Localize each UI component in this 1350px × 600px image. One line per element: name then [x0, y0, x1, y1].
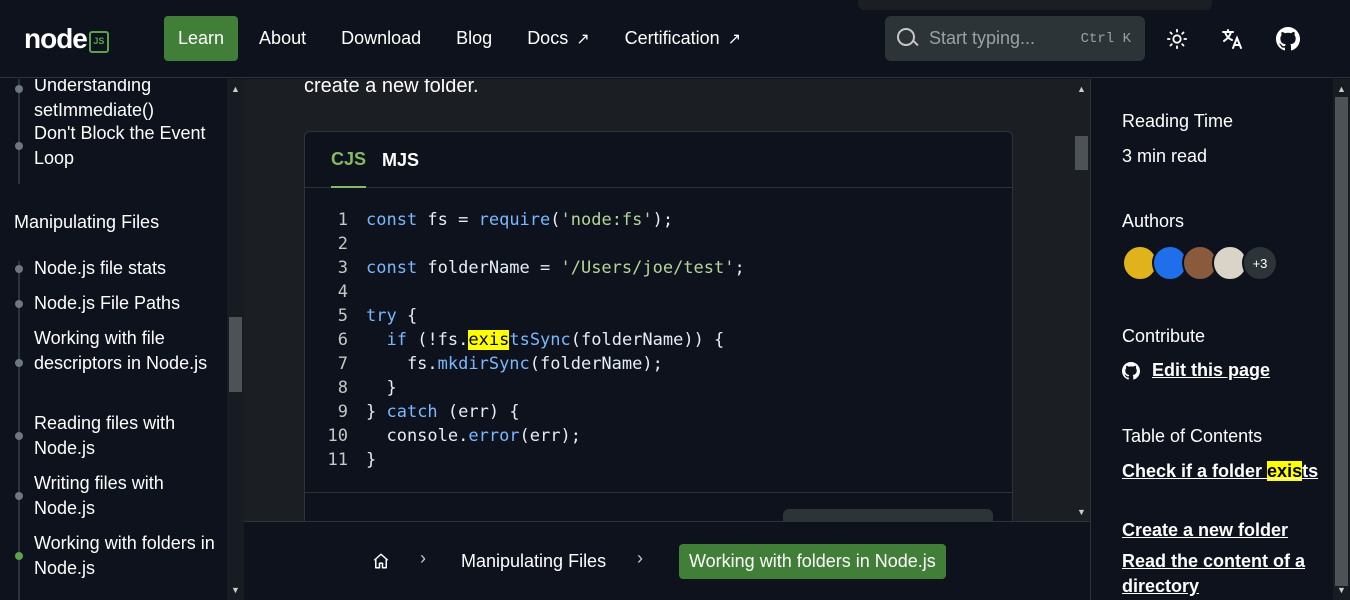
sidebar-scrollbar[interactable]: ▲ ▼ [227, 79, 244, 600]
toc-item-read-directory[interactable]: Read the content of a directory [1122, 549, 1322, 599]
sidebar-dot [15, 432, 23, 440]
reading-time-label: Reading Time [1122, 111, 1234, 131]
nav-about-label: About [259, 28, 307, 48]
sidebar-item-working-with-folders[interactable]: Working with folders in Node.js [34, 531, 219, 581]
sidebar-tree-line [18, 79, 20, 184]
code-line: 1 const fs = require('node:fs'); [337, 210, 674, 230]
sidebar-item-file-stats[interactable]: Node.js file stats [34, 256, 219, 281]
author-avatars: +3 [1122, 245, 1278, 281]
code-line: 3 const folderName = '/Users/joe/test'; [337, 258, 745, 278]
code-line: 7 fs.mkdirSync(folderName); [337, 354, 663, 374]
toc-item-create-folder[interactable]: Create a new folder [1122, 518, 1322, 543]
page-scrollbar[interactable]: ▲ ▼ [1333, 79, 1350, 600]
nav-download[interactable]: Download [327, 16, 435, 61]
nodejs-logo[interactable]: node JS [24, 22, 109, 56]
sidebar-dot [15, 492, 23, 500]
sidebar-dot [15, 85, 23, 93]
search-shortcut: Ctrl K [1080, 30, 1131, 47]
scroll-up-arrow-icon[interactable]: ▲ [227, 81, 244, 97]
toc-item-check-folder-exists[interactable]: Check if a folder exists [1122, 459, 1322, 484]
intro-text: create a new folder. [304, 79, 479, 97]
sidebar-dot-active [15, 552, 23, 560]
code-line: 6 if (!fs.existsSync(folderName)) { [337, 330, 725, 350]
nav-docs[interactable]: Docs ↗ [513, 16, 603, 61]
code-lines: 1 const fs = require('node:fs'); 2 3 const… [305, 208, 745, 472]
breadcrumb: › Manipulating Files › Working with fold… [244, 521, 1090, 600]
scroll-up-arrow-icon[interactable]: ▲ [1333, 81, 1350, 97]
reading-time-value: 3 min read [1122, 146, 1208, 166]
scrollbar-thumb[interactable] [1075, 136, 1088, 170]
code-footer-divider [305, 492, 1012, 493]
scrollbar-thumb[interactable] [1335, 97, 1348, 586]
code-line: 10 console.error(err); [327, 426, 581, 446]
nav-certification[interactable]: Certification ↗ [611, 16, 755, 61]
logo-badge: JS [88, 31, 109, 53]
sidebar-item-file-paths[interactable]: Node.js File Paths [34, 291, 219, 316]
breadcrumb-current: Working with folders in Node.js [679, 544, 946, 579]
sidebar-item-reading-files[interactable]: Reading files with Node.js [34, 411, 219, 461]
external-link-icon: ↗ [727, 30, 742, 48]
contribute-label: Contribute [1122, 326, 1206, 346]
logo-wordmark: node [24, 23, 88, 54]
toc-label: Table of Contents [1122, 426, 1263, 446]
code-block: CJS MJS 1 const fs = require('node:fs'); … [304, 131, 1013, 551]
scroll-down-arrow-icon[interactable]: ▼ [1333, 582, 1350, 598]
code-line: 2 [337, 234, 348, 254]
home-icon[interactable] [372, 552, 390, 570]
sidebar-item-writing-files[interactable]: Writing files with Node.js [34, 471, 219, 521]
scroll-up-arrow-icon[interactable]: ▲ [1073, 81, 1090, 97]
search-box[interactable]: Start typing... Ctrl K [885, 16, 1145, 61]
authors-label: Authors [1122, 211, 1185, 231]
nav-docs-label: Docs [527, 28, 569, 48]
nav-about[interactable]: About [245, 16, 320, 61]
sidebar-dot [15, 142, 23, 150]
tab-cjs[interactable]: CJS [331, 132, 367, 188]
nav-certification-label: Certification [624, 28, 720, 48]
sidebar-dot [15, 300, 23, 308]
sidebar-item-event-loop[interactable]: Don't Block the Event Loop [34, 121, 219, 171]
github-icon [1122, 361, 1140, 380]
sidebar-item-setimmediate[interactable]: Understanding setImmediate() [34, 79, 219, 123]
code-line: 11} [327, 450, 377, 470]
nav-blog[interactable]: Blog [442, 16, 506, 61]
nav-learn-label: Learn [178, 28, 225, 48]
edit-page-label: Edit this page [1152, 360, 1271, 380]
nav-download-label: Download [341, 28, 422, 48]
github-icon[interactable] [1275, 26, 1301, 52]
metadata-panel: Reading Time 3 min read Authors +3 Contr… [1090, 79, 1333, 600]
top-navigation-bar: node JS Learn About Download Blog Docs ↗ … [0, 0, 1350, 78]
scrollbar-thumb[interactable] [229, 317, 242, 392]
language-translate-icon[interactable] [1219, 26, 1245, 52]
code-line: 4 [337, 282, 348, 302]
more-authors-badge[interactable]: +3 [1242, 245, 1278, 281]
chevron-right-icon: › [420, 548, 426, 568]
code-line: 5 try { [337, 306, 418, 326]
sidebar-tree-line [18, 261, 20, 600]
sidebar-item-file-descriptors[interactable]: Working with file descriptors in Node.js [34, 326, 219, 376]
main-scrollbar[interactable]: ▲ ▼ [1073, 79, 1090, 521]
sidebar-dot [15, 265, 23, 273]
nav-learn[interactable]: Learn [164, 16, 239, 61]
theme-toggle-sun-icon[interactable] [1164, 26, 1190, 52]
edit-page-link[interactable]: Edit this page [1122, 360, 1270, 381]
search-placeholder: Start typing... [929, 28, 1036, 48]
sidebar-dot [15, 359, 23, 367]
scroll-down-arrow-icon[interactable]: ▼ [227, 582, 244, 598]
external-link-icon: ↗ [576, 30, 590, 48]
code-tabs: CJS MJS [305, 132, 1012, 188]
search-icon [897, 27, 919, 50]
search-dropdown-edge [858, 0, 1212, 10]
sidebar: Understanding setImmediate() Don't Block… [0, 79, 227, 600]
sidebar-category: Manipulating Files [14, 212, 160, 232]
scroll-down-arrow-icon[interactable]: ▼ [1073, 504, 1090, 520]
chevron-right-icon: › [637, 548, 643, 568]
tab-mjs[interactable]: MJS [382, 132, 419, 188]
nav-blog-label: Blog [456, 28, 493, 48]
breadcrumb-category[interactable]: Manipulating Files [461, 551, 606, 572]
main-nav: Learn About Download Blog Docs ↗ Certific… [164, 16, 762, 61]
code-line: 8 } [337, 378, 397, 398]
code-line: 9} catch (err) { [337, 402, 520, 422]
